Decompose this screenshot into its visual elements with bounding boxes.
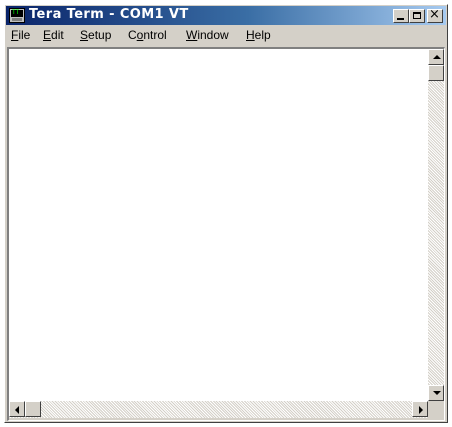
horizontal-scroll-thumb[interactable] [25,401,41,417]
title-bar[interactable]: TT Tera Term - COM1 VT × [6,6,446,25]
vertical-scrollbar[interactable] [428,49,444,401]
scroll-left-button[interactable] [9,401,25,417]
terminal-screen[interactable] [9,49,428,401]
tera-term-window: TT Tera Term - COM1 VT × File Edit Setup… [4,4,448,423]
menu-help[interactable]: Help [246,28,271,42]
maximize-icon [413,12,421,19]
menu-bar: File Edit Setup Control Window Help [6,26,446,45]
scroll-up-button[interactable] [428,49,444,65]
scroll-right-button[interactable] [412,401,428,417]
menu-window[interactable]: Window [186,28,229,42]
arrow-up-icon [433,55,441,59]
arrow-down-icon [433,391,441,395]
arrow-right-icon [419,406,423,414]
menu-edit[interactable]: Edit [43,28,64,42]
minimize-icon [397,18,404,20]
maximize-button[interactable] [409,9,425,23]
menu-file[interactable]: File [11,28,30,42]
teraterm-app-icon[interactable]: TT [9,8,25,23]
menu-control[interactable]: Control [128,28,167,42]
window-title: Tera Term - COM1 VT [29,7,189,22]
client-area [7,47,445,421]
close-button[interactable]: × [427,7,443,23]
close-icon: × [429,7,440,22]
vertical-scroll-thumb[interactable] [428,65,444,81]
arrow-left-icon [15,406,19,414]
scrollbar-corner [428,401,444,418]
menu-setup[interactable]: Setup [80,28,111,42]
minimize-button[interactable] [393,9,409,23]
horizontal-scrollbar[interactable] [9,401,428,418]
scroll-down-button[interactable] [428,385,444,401]
